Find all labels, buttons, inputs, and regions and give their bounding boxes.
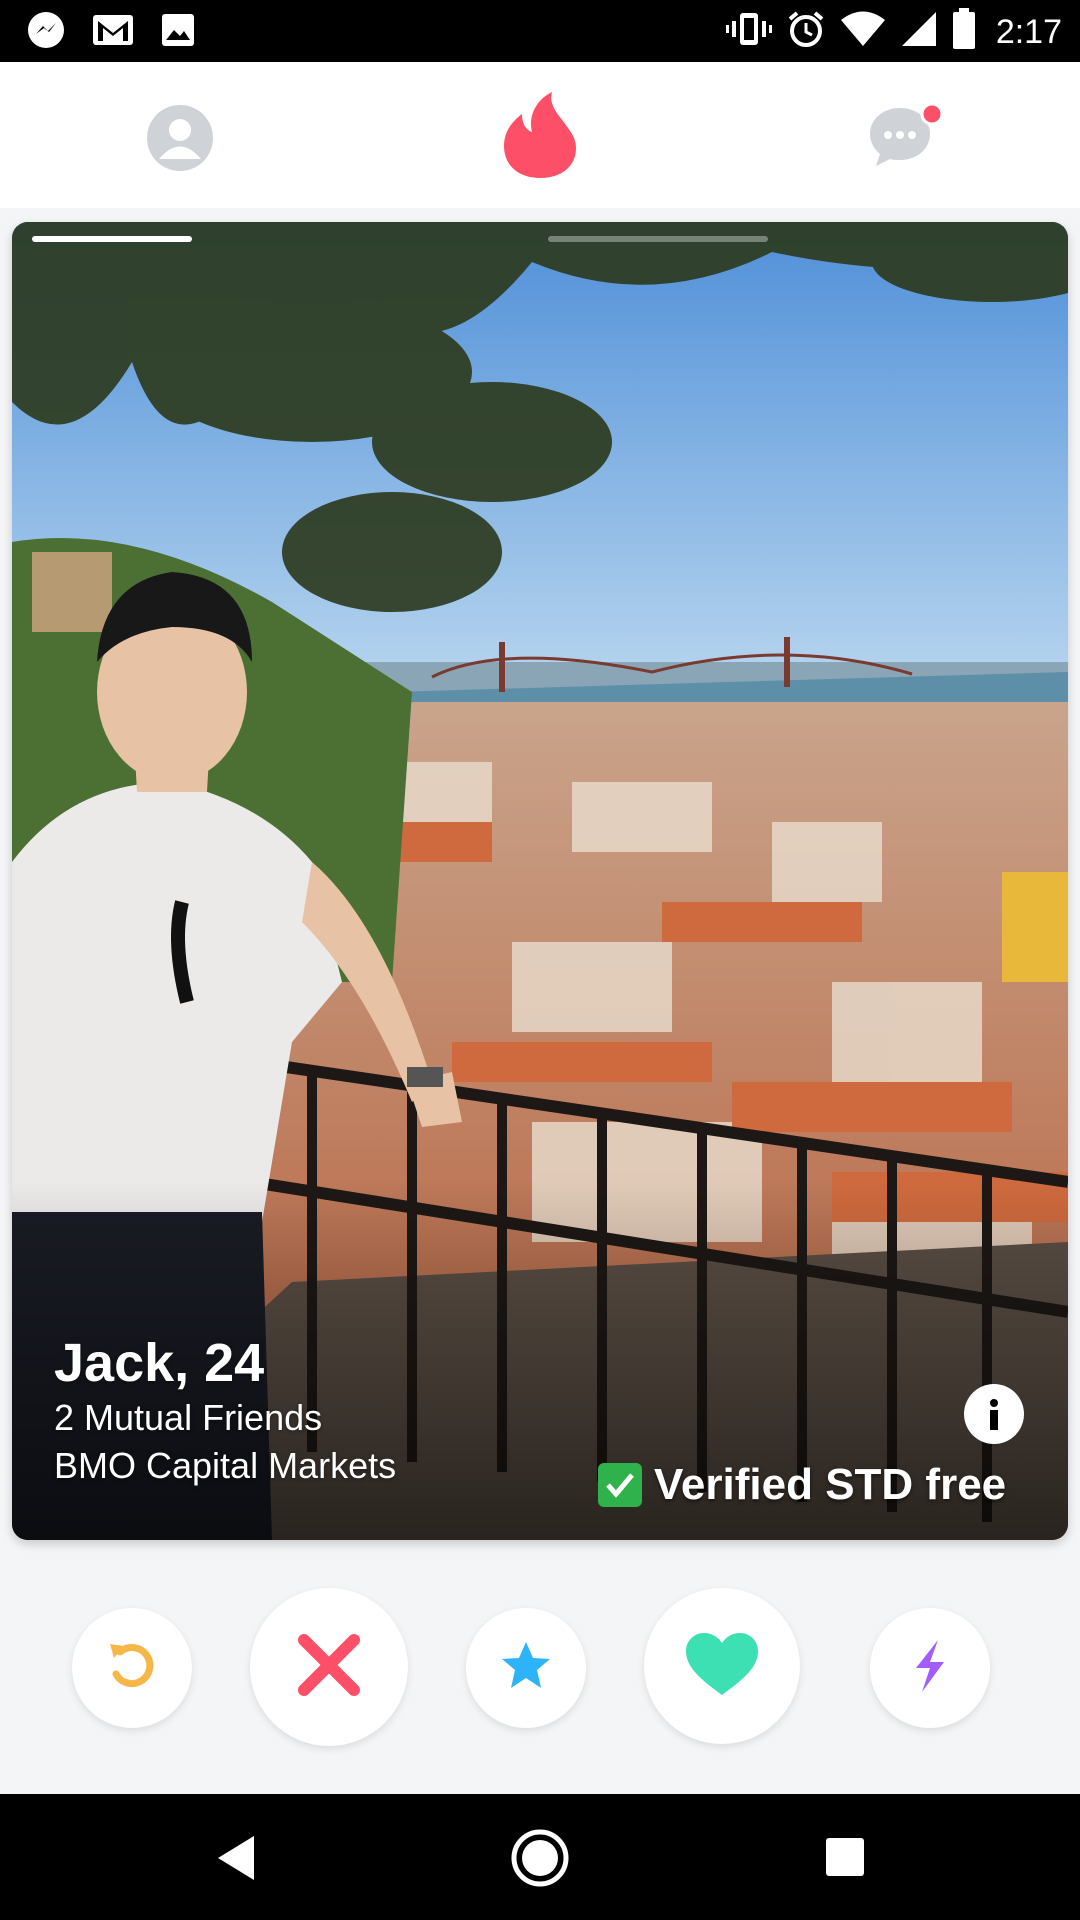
boost-icon <box>910 1638 950 1699</box>
home-icon[interactable] <box>510 1828 570 1893</box>
messenger-icon <box>26 10 66 55</box>
rewind-icon <box>104 1638 160 1699</box>
notification-dot <box>920 102 944 126</box>
battery-icon <box>952 8 976 55</box>
status-time: 2:17 <box>995 12 1062 51</box>
alarm-icon <box>786 9 826 54</box>
signal-icon <box>900 10 938 53</box>
verified-badge: Verified STD free <box>598 1460 1006 1510</box>
image-icon <box>160 12 196 53</box>
work: BMO Capital Markets <box>54 1445 397 1486</box>
rewind-button[interactable] <box>72 1608 192 1728</box>
nope-button[interactable] <box>250 1588 408 1746</box>
super-like-button[interactable] <box>466 1608 586 1728</box>
messages-icon[interactable] <box>868 102 946 175</box>
verified-text: Verified STD free <box>654 1460 1007 1509</box>
info-icon[interactable] <box>964 1384 1024 1444</box>
action-bar <box>0 1580 1080 1750</box>
nope-icon <box>294 1630 364 1705</box>
flame-icon[interactable] <box>502 90 578 185</box>
check-icon <box>598 1463 642 1507</box>
top-app-bar <box>0 62 1080 208</box>
profile-icon[interactable] <box>146 104 214 177</box>
back-icon[interactable] <box>214 1834 258 1887</box>
photo-progress-segment <box>548 236 768 242</box>
recents-icon[interactable] <box>824 1836 866 1883</box>
photo-progress-segment <box>32 236 192 242</box>
like-button[interactable] <box>644 1588 800 1744</box>
card-info: Jack, 24 2 Mutual Friends BMO Capital Ma… <box>54 1332 396 1490</box>
gmail-icon <box>92 13 134 52</box>
mutual-friends: 2 Mutual Friends <box>54 1397 323 1438</box>
profile-card[interactable]: Jack, 24 2 Mutual Friends BMO Capital Ma… <box>12 222 1068 1540</box>
super-like-icon <box>498 1638 554 1699</box>
like-icon <box>684 1631 760 1702</box>
boost-button[interactable] <box>870 1608 990 1728</box>
wifi-icon <box>840 11 886 52</box>
system-nav-bar <box>0 1794 1080 1920</box>
name-age: Jack, 24 <box>54 1333 265 1393</box>
vibrate-icon <box>725 9 772 54</box>
status-bar: 2:17 <box>0 0 1080 62</box>
photo-progress <box>32 236 768 242</box>
